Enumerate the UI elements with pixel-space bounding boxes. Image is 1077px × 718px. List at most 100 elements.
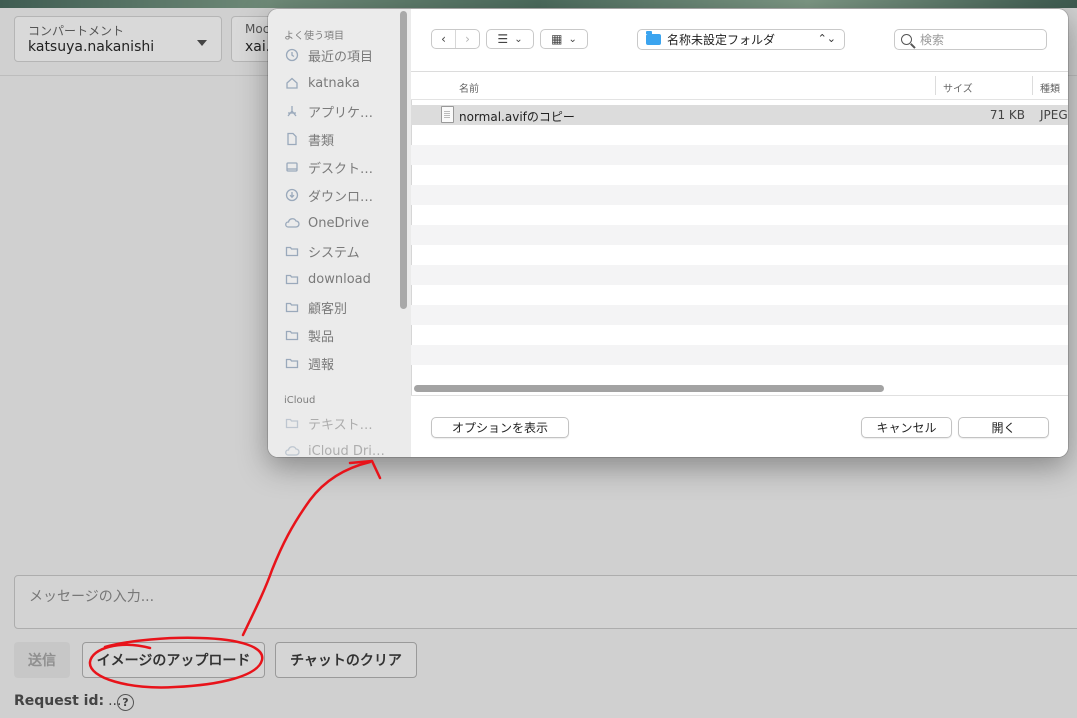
file-row[interactable]: normal.avifのコピー 71 KB JPEG <box>411 105 1068 125</box>
background-banner <box>0 0 1077 8</box>
message-placeholder: メッセージの入力... <box>29 589 155 605</box>
empty-row <box>411 285 1068 305</box>
back-button[interactable]: ‹ <box>432 30 455 48</box>
open-button[interactable]: 開く <box>958 417 1049 438</box>
back-forward-control: ‹ › <box>431 29 480 49</box>
sidebar-item[interactable]: デスクト… <box>284 157 373 177</box>
compartment-label: コンパートメント <box>28 24 125 38</box>
sidebar-item-label: 製品 <box>308 329 335 345</box>
folder-icon <box>284 327 300 343</box>
folder-name: 名称未設定フォルダ <box>667 33 776 47</box>
file-kind: JPEG <box>1040 108 1068 122</box>
clear-chat-button[interactable]: チャットのクリア <box>275 642 417 678</box>
sidebar-item[interactable]: アプリケ… <box>284 101 373 121</box>
list-view-icon: ☰ <box>497 32 509 46</box>
clock-icon <box>284 47 300 63</box>
icloud-section-title: iCloud <box>284 395 316 406</box>
column-divider[interactable] <box>935 76 936 95</box>
file-name: normal.avifのコピー <box>459 110 575 124</box>
sidebar-item[interactable]: テキスト… <box>284 413 373 433</box>
sidebar-scrollbar[interactable] <box>400 11 407 309</box>
empty-row <box>411 225 1068 245</box>
sidebar-item-label: デスクト… <box>308 161 374 177</box>
sidebar-item-label: ダウンロ… <box>308 189 374 205</box>
search-icon <box>901 34 912 45</box>
column-size[interactable]: サイズ <box>943 80 973 95</box>
compartment-select[interactable]: コンパートメント katsuya.nakanishi <box>14 16 222 62</box>
column-kind[interactable]: 種類 <box>1040 80 1060 95</box>
sidebar-item[interactable]: 製品 <box>284 325 334 345</box>
sidebar-item-label: 週報 <box>308 357 335 373</box>
help-icon[interactable]: ? <box>117 694 134 711</box>
home-icon <box>284 75 300 91</box>
sidebar-item-label: 最近の項目 <box>308 49 374 65</box>
empty-row <box>411 145 1068 165</box>
folder-icon <box>284 355 300 371</box>
sidebar-item[interactable]: ダウンロ… <box>284 185 373 205</box>
column-divider[interactable] <box>1032 76 1033 95</box>
sidebar-item[interactable]: 顧客別 <box>284 297 347 317</box>
request-id-label: Request id: <box>14 693 105 709</box>
file-open-dialog: よく使う項目 最近の項目 katnaka アプリケ… 書類デスクト… ダウンロ… OneD… <box>268 9 1068 457</box>
updown-chevron-icon: ⌃⌄ <box>817 32 836 45</box>
sidebar-item[interactable]: iCloud Dri… <box>284 441 385 457</box>
desktop-icon <box>284 159 300 175</box>
sidebar-item[interactable]: 最近の項目 <box>284 45 373 65</box>
folder-icon <box>284 271 300 287</box>
search-field[interactable]: 検索 <box>894 29 1047 50</box>
sidebar-item[interactable]: download <box>284 269 371 289</box>
empty-row <box>411 305 1068 325</box>
sidebar-item-label: OneDrive <box>308 215 370 231</box>
empty-row <box>411 165 1068 185</box>
empty-row <box>411 205 1068 225</box>
message-input[interactable]: メッセージの入力... <box>14 575 1077 629</box>
cloud-icon <box>284 443 300 457</box>
list-view-button[interactable]: ☰ ⌄ <box>486 29 534 49</box>
show-options-button[interactable]: オプションを表示 <box>431 417 569 438</box>
cloud-icon <box>284 215 300 231</box>
file-size: 71 KB <box>989 108 1025 122</box>
sidebar-item-label: 書類 <box>308 133 335 149</box>
request-id: Request id:... <box>14 693 121 709</box>
column-header: 名前 サイズ 種類 <box>411 72 1068 100</box>
empty-row <box>411 245 1068 265</box>
file-list: normal.avifのコピー 71 KB JPEG <box>411 105 1068 385</box>
folder-icon <box>284 415 300 431</box>
folder-icon <box>284 299 300 315</box>
folder-popup[interactable]: 名称未設定フォルダ ⌃⌄ <box>637 29 845 50</box>
cancel-button[interactable]: キャンセル <box>861 417 952 438</box>
grid-view-button[interactable]: ▦ ⌄ <box>540 29 588 49</box>
folder-icon <box>284 243 300 259</box>
empty-row <box>411 325 1068 345</box>
grid-view-icon: ▦ <box>551 32 563 46</box>
model-value: xai. <box>245 39 271 55</box>
dialog-footer: オプションを表示 キャンセル 開く <box>411 395 1068 457</box>
sidebar-item-label: テキスト… <box>308 417 373 433</box>
sidebar-item[interactable]: 書類 <box>284 129 334 149</box>
send-button[interactable]: 送信 <box>14 642 70 678</box>
sidebar-item-label: システム <box>308 245 360 261</box>
upload-image-button[interactable]: イメージのアップロード <box>82 642 265 678</box>
sidebar-item[interactable]: システム <box>284 241 360 261</box>
chevron-down-icon: ⌄ <box>568 33 577 45</box>
sidebar-item-label: katnaka <box>308 75 360 91</box>
forward-button[interactable]: › <box>455 30 479 48</box>
sidebar-item-label: download <box>308 271 371 287</box>
apps-icon <box>284 103 300 119</box>
compartment-value: katsuya.nakanishi <box>28 39 155 55</box>
sidebar-item-label: 顧客別 <box>308 301 348 317</box>
horizontal-scrollbar[interactable] <box>414 385 884 392</box>
folder-icon <box>646 31 661 45</box>
chevron-down-icon <box>197 40 207 46</box>
empty-row <box>411 125 1068 145</box>
sidebar-item[interactable]: 週報 <box>284 353 334 373</box>
favorites-section-title: よく使う項目 <box>284 31 344 42</box>
column-name[interactable]: 名前 <box>459 80 479 95</box>
download-icon <box>284 187 300 203</box>
empty-row <box>411 365 1068 385</box>
sidebar-item[interactable]: OneDrive <box>284 213 369 233</box>
model-label: Moc <box>245 22 270 36</box>
file-icon <box>441 106 454 123</box>
search-placeholder: 検索 <box>920 33 945 47</box>
sidebar-item[interactable]: katnaka <box>284 73 360 93</box>
